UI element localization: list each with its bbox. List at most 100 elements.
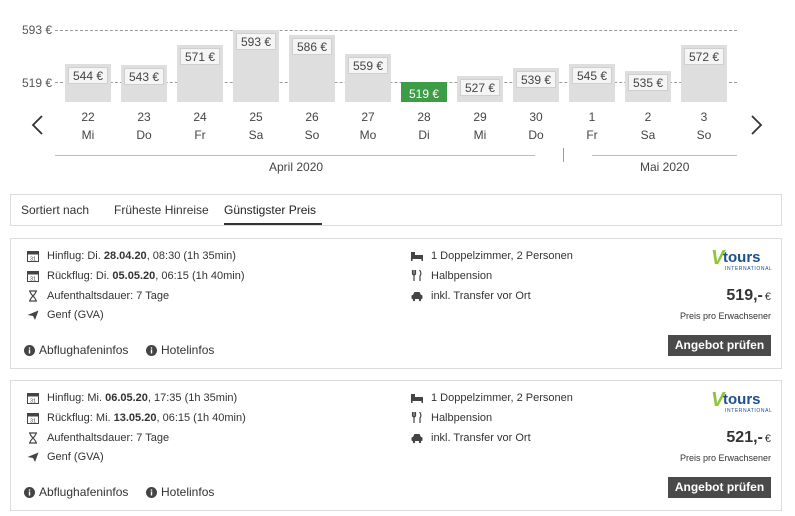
transfer-text: inkl. Transfer vor Ort [431,290,531,302]
day-number[interactable]: 24 [177,110,223,124]
price-bar[interactable]: 586 € [289,35,335,102]
return-text: Rückflug: Di. 05.05.20, 06:15 (1h 40min) [47,270,245,282]
check-offer-button[interactable]: Angebot prüfen [668,477,771,498]
board-text: Halbpension [431,412,493,424]
chevron-left-icon[interactable] [27,113,49,137]
bar-price-label: 593 € [236,33,276,50]
price-bar[interactable]: 559 € [345,54,391,102]
hourglass-icon [27,432,39,444]
car-icon [411,432,423,444]
outbound-text: Hinflug: Di. 28.04.20, 08:30 (1h 35min) [47,250,236,262]
plane-icon [27,451,39,463]
calendar-icon: 31 [27,270,39,283]
price-note: Preis pro Erwachsener [679,311,771,321]
price-bar[interactable]: 539 € [513,68,559,102]
reference-line [55,30,737,31]
price-bar[interactable]: 535 € [625,71,671,102]
car-icon [411,290,423,302]
price-bar[interactable]: 593 € [233,30,279,102]
day-weekday[interactable]: So [289,128,335,142]
sort-option-cheapest[interactable]: Günstigster Preis [224,203,316,217]
day-number[interactable]: 3 [681,110,727,124]
bar-price-label: 586 € [292,38,332,55]
info-icon [146,345,157,356]
day-weekday[interactable]: Sa [233,128,279,142]
bar-price-label: 519 € [404,85,444,102]
offer-card: 31 Hinflug: Mi. 06.05.20, 17:35 (1h 35mi… [10,380,782,511]
info-icon [146,487,157,498]
price-bar[interactable]: 519 € [401,82,447,102]
day-weekday[interactable]: So [681,128,727,142]
day-number[interactable]: 22 [65,110,111,124]
day-weekday[interactable]: Do [121,128,167,142]
svg-text:31: 31 [30,399,36,405]
month-label-may: Mai 2020 [640,160,690,174]
board-text: Halbpension [431,270,493,282]
sort-bar: Sortiert nach Früheste Hinreise Günstigs… [10,194,782,226]
check-offer-button[interactable]: Angebot prüfen [668,335,771,356]
bed-icon [411,392,423,404]
bar-price-label: 572 € [684,48,724,65]
day-weekday[interactable]: Sa [625,128,671,142]
day-number[interactable]: 23 [121,110,167,124]
bar-price-label: 544 € [68,67,108,84]
day-number[interactable]: 1 [569,110,615,124]
info-icon [24,487,35,498]
sort-option-earliest[interactable]: Früheste Hinreise [114,203,209,217]
bed-icon [411,250,423,262]
day-number[interactable]: 28 [401,110,447,124]
month-label-april: April 2020 [269,160,324,174]
room-text: 1 Doppelzimmer, 2 Personen [431,250,573,262]
day-number[interactable]: 30 [513,110,559,124]
day-weekday[interactable]: Fr [177,128,223,142]
day-number[interactable]: 25 [233,110,279,124]
svg-text:31: 31 [30,257,36,263]
bar-price-label: 527 € [460,79,500,96]
cutlery-icon [411,411,423,424]
return-text: Rückflug: Mi. 13.05.20, 06:15 (1h 40min) [47,412,246,424]
day-weekday[interactable]: Mo [345,128,391,142]
active-sort-underline [224,223,322,225]
svg-text:31: 31 [30,419,36,425]
vtours-logo: V tours INTERNATIONAL [711,389,773,414]
price-bar[interactable]: 572 € [681,45,727,102]
price-bar[interactable]: 571 € [177,45,223,102]
day-number[interactable]: 26 [289,110,335,124]
day-number[interactable]: 27 [345,110,391,124]
bar-price-label: 539 € [516,71,556,88]
price-bar[interactable]: 544 € [65,64,111,102]
day-number[interactable]: 2 [625,110,671,124]
airport-text: Genf (GVA) [47,309,104,321]
svg-text:31: 31 [30,277,36,283]
hourglass-icon [27,290,39,302]
price-bar[interactable]: 545 € [569,64,615,102]
plane-icon [27,309,39,321]
airport-text: Genf (GVA) [47,451,104,463]
day-number[interactable]: 29 [457,110,503,124]
reference-line-label: 519 € [21,76,52,90]
calendar-icon: 31 [27,392,39,405]
day-weekday[interactable]: Do [513,128,559,142]
calendar-icon: 31 [27,412,39,425]
sort-label: Sortiert nach [21,203,90,217]
room-text: 1 Doppelzimmer, 2 Personen [431,392,573,404]
cutlery-icon [411,269,423,282]
price: 521,- € [726,429,771,446]
outbound-text: Hinflug: Mi. 06.05.20, 17:35 (1h 35min) [47,392,238,404]
bar-price-label: 545 € [572,67,612,84]
price-note: Preis pro Erwachsener [679,453,771,463]
transfer-text: inkl. Transfer vor Ort [431,432,531,444]
month-line-april [55,155,535,156]
day-weekday[interactable]: Di [401,128,447,142]
day-weekday[interactable]: Fr [569,128,615,142]
vtours-logo: V tours INTERNATIONAL [711,247,773,272]
price: 519,- € [726,287,771,304]
price-bar[interactable]: 527 € [457,76,503,102]
chevron-right-icon[interactable] [745,113,767,137]
month-separator [563,148,564,162]
bar-price-label: 559 € [348,57,388,74]
day-weekday[interactable]: Mi [457,128,503,142]
reference-line-label: 593 € [21,23,52,37]
price-bar[interactable]: 543 € [121,65,167,102]
day-weekday[interactable]: Mi [65,128,111,142]
